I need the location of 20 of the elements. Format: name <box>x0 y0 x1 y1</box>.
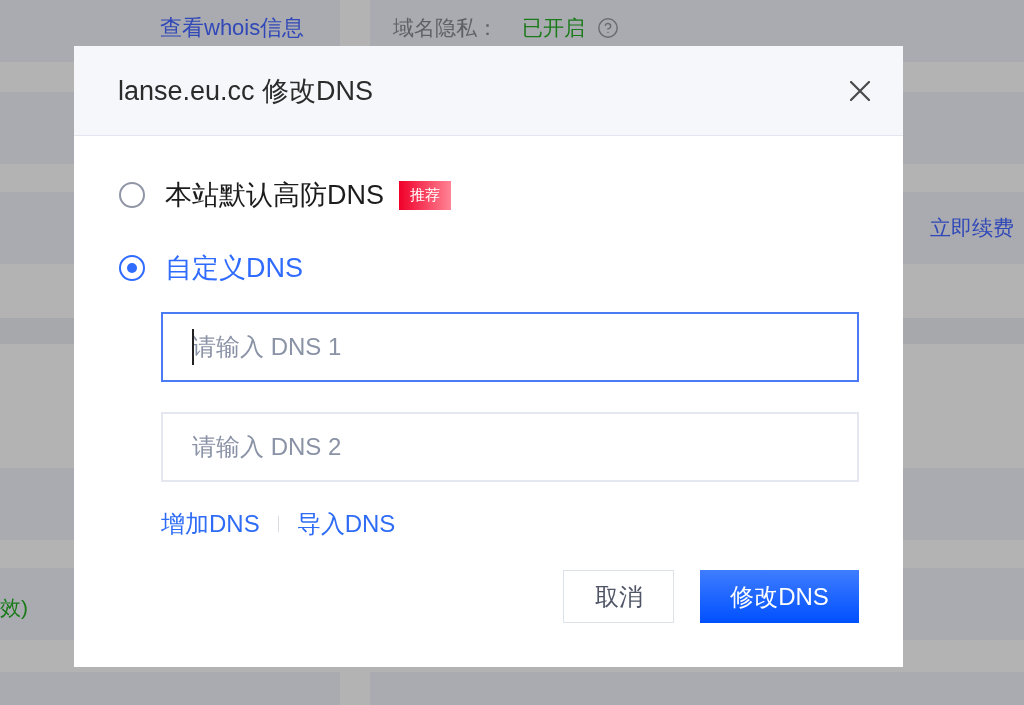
privacy-status: 已开启 <box>522 15 585 41</box>
dialog-title: lanse.eu.cc 修改DNS <box>118 74 374 108</box>
dns-input-field[interactable]: 请输入 DNS 1 <box>161 312 859 382</box>
privacy-label: 域名隐私： <box>393 15 498 41</box>
submit-button[interactable]: 修改DNS <box>700 570 859 623</box>
help-icon[interactable] <box>597 17 619 39</box>
dns-link[interactable]: 增加DNS <box>161 508 260 540</box>
close-icon <box>850 80 870 101</box>
recommended-tag: 推荐 <box>399 180 451 210</box>
cancel-button[interactable]: 取消 <box>563 570 674 623</box>
status-text: 效) <box>0 595 28 621</box>
radio-button[interactable] <box>119 255 145 281</box>
option-label[interactable]: 本站默认高防DNS <box>165 177 384 213</box>
renew-link[interactable]: 立即续费 <box>930 214 1014 242</box>
close-button[interactable] <box>850 80 870 101</box>
whois-link[interactable]: 查看whois信息 <box>160 13 305 43</box>
radio-button[interactable] <box>119 182 145 208</box>
option-label[interactable]: 自定义DNS <box>165 250 303 286</box>
dns-link[interactable]: 导入DNS <box>296 508 396 540</box>
text-caret <box>192 329 194 365</box>
